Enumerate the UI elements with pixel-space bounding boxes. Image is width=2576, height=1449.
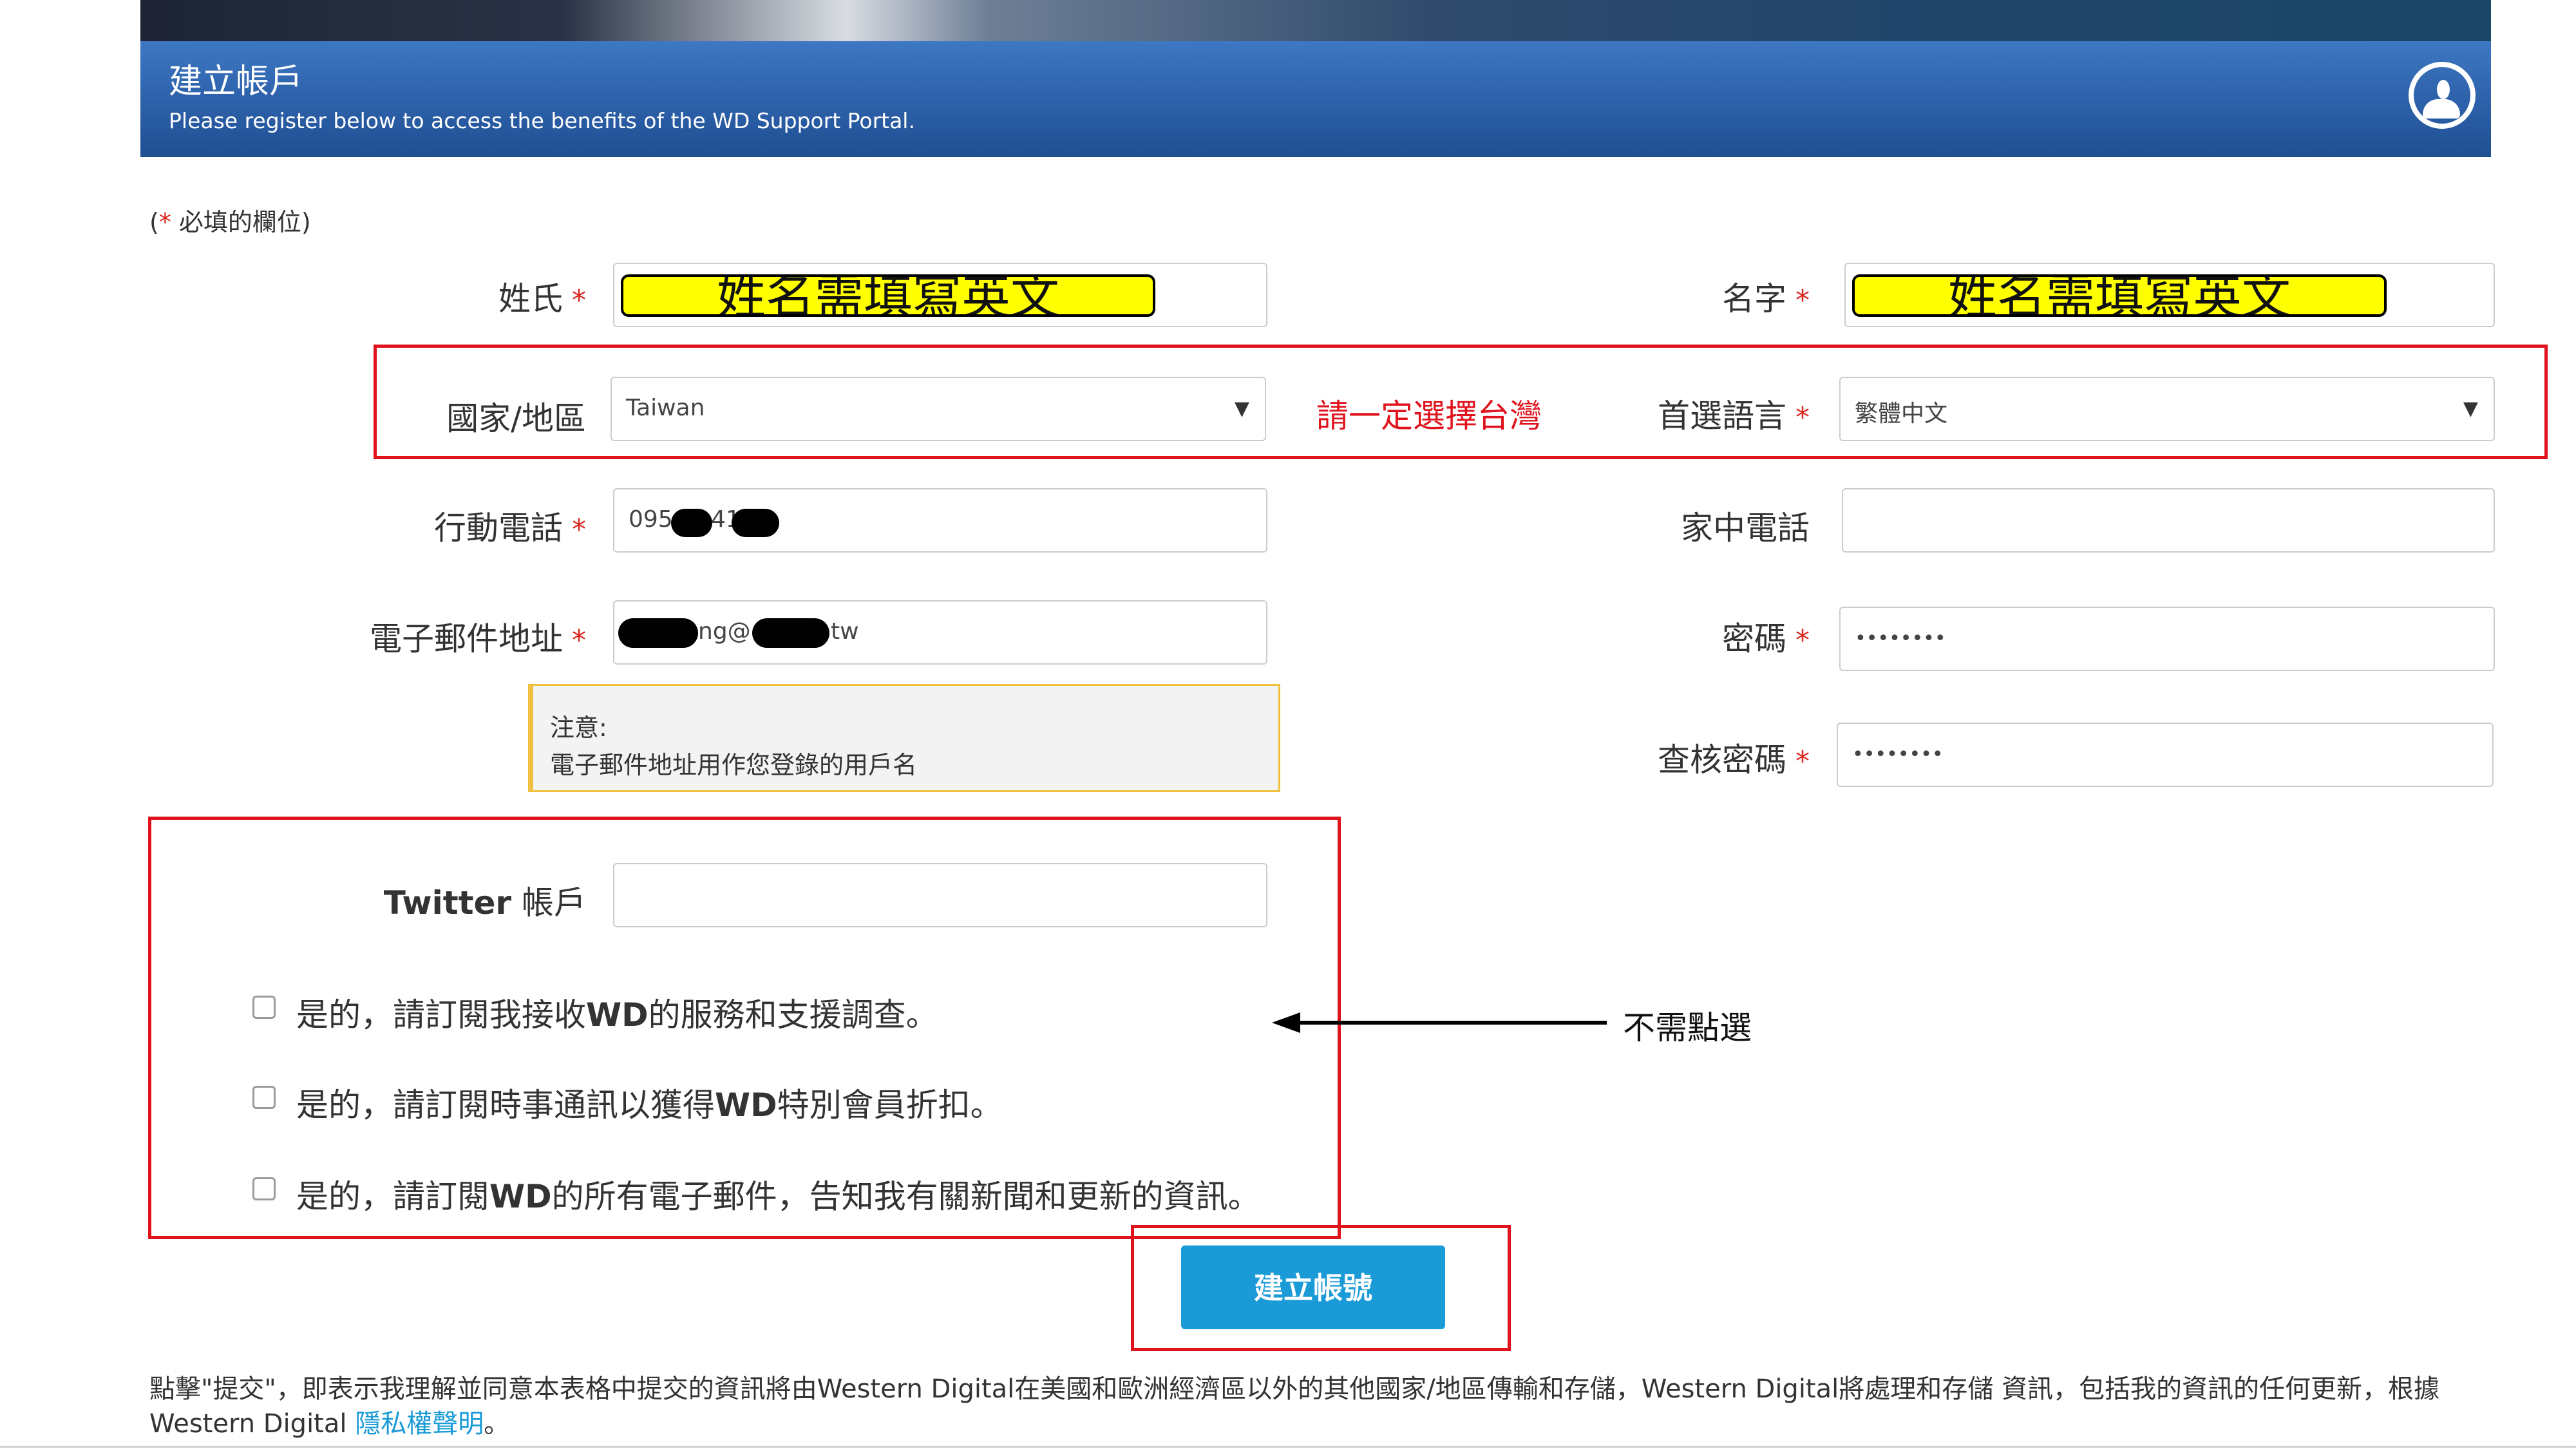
user-icon-body	[2423, 99, 2460, 118]
language-select[interactable]: 繁體中文 ▼	[1839, 377, 2495, 441]
create-account-button[interactable]: 建立帳號	[1181, 1245, 1445, 1329]
chevron-down-icon: ▼	[1234, 397, 1249, 420]
country-label: 國家/地區	[446, 400, 586, 437]
legal-notice: 點擊"提交"，即表示我理解並同意本表格中提交的資訊將由Western Digit…	[149, 1374, 2439, 1439]
twitter-input[interactable]	[613, 863, 1267, 927]
note-body: 電子郵件地址用作您登錄的用戶名	[550, 751, 918, 779]
twitter-label: Twitter 帳戶	[383, 884, 586, 922]
redaction-blob	[732, 509, 779, 537]
confirm-password-input[interactable]: ••••••••	[1837, 723, 2494, 787]
home-phone-input[interactable]	[1842, 488, 2495, 553]
page-title: 建立帳戶	[169, 62, 303, 101]
language-label: 首選語言 *	[1658, 397, 1810, 435]
first-name-label: 名字 *	[1722, 280, 1810, 317]
redaction-blob	[671, 509, 712, 537]
country-value: Taiwan	[626, 395, 705, 421]
subscribe-newsletter-label: 是的，請訂閱時事通訊以獲得WD特別會員折扣。	[296, 1086, 1003, 1124]
language-value: 繁體中文	[1855, 401, 1948, 427]
footer-divider	[0, 1446, 2576, 1448]
mobile-label: 行動電話 *	[434, 509, 586, 547]
privacy-policy-link[interactable]: 隱私權聲明	[355, 1409, 484, 1439]
subscribe-survey-label: 是的，請訂閱我接收WD的服務和支援調查。	[296, 996, 938, 1034]
home-phone-label: 家中電話	[1681, 509, 1810, 547]
country-annotation: 請一定選擇台灣	[1316, 397, 1542, 435]
first-name-input[interactable]: 姓名需填寫英文	[1844, 263, 2495, 327]
arrow-annotation: 不需點選	[1623, 1009, 1752, 1046]
password-input[interactable]: ••••••••	[1839, 607, 2495, 671]
last-name-label: 姓氏 *	[498, 280, 586, 317]
mobile-input[interactable]: 095 41	[613, 488, 1267, 553]
password-value: ••••••••	[1855, 627, 1946, 650]
email-note-box: 注意: 電子郵件地址用作您登錄的用戶名	[528, 684, 1280, 792]
annotation-arrow-line	[1285, 1021, 1607, 1025]
email-label: 電子郵件地址 *	[370, 620, 586, 658]
page-subtitle: Please register below to access the bene…	[169, 108, 915, 133]
subscribe-all-email-label: 是的，請訂閱WD的所有電子郵件，告知我有關新聞和更新的資訊。	[296, 1178, 1260, 1215]
required-fields-note: (* 必填的欄位)	[149, 208, 311, 236]
email-value-mid: ng@	[698, 618, 751, 645]
subscribe-survey-checkbox[interactable]	[252, 996, 276, 1019]
email-input[interactable]: ng@ tw	[613, 600, 1267, 665]
country-select[interactable]: Taiwan ▼	[611, 377, 1266, 441]
user-icon-head	[2437, 80, 2450, 99]
subscribe-newsletter-checkbox[interactable]	[252, 1086, 276, 1109]
email-value-suffix: tw	[831, 618, 859, 645]
user-circle-icon[interactable]	[2409, 62, 2476, 129]
redaction-blob	[752, 618, 829, 648]
password-label: 密碼 *	[1722, 620, 1810, 658]
last-name-input[interactable]: 姓名需填寫英文	[613, 263, 1267, 327]
hero-banner-image	[140, 0, 2491, 41]
confirm-password-label: 查核密碼 *	[1658, 741, 1810, 779]
mobile-value-prefix: 095	[629, 506, 673, 533]
chevron-down-icon: ▼	[2463, 397, 2478, 420]
note-title: 注意:	[550, 714, 607, 742]
subscribe-all-email-checkbox[interactable]	[252, 1177, 276, 1200]
first-name-highlight: 姓名需填寫英文	[1852, 274, 2387, 317]
header-bar	[140, 41, 2491, 157]
redaction-blob	[618, 618, 698, 648]
last-name-highlight: 姓名需填寫英文	[621, 274, 1155, 317]
confirm-password-value: ••••••••	[1852, 743, 1944, 766]
